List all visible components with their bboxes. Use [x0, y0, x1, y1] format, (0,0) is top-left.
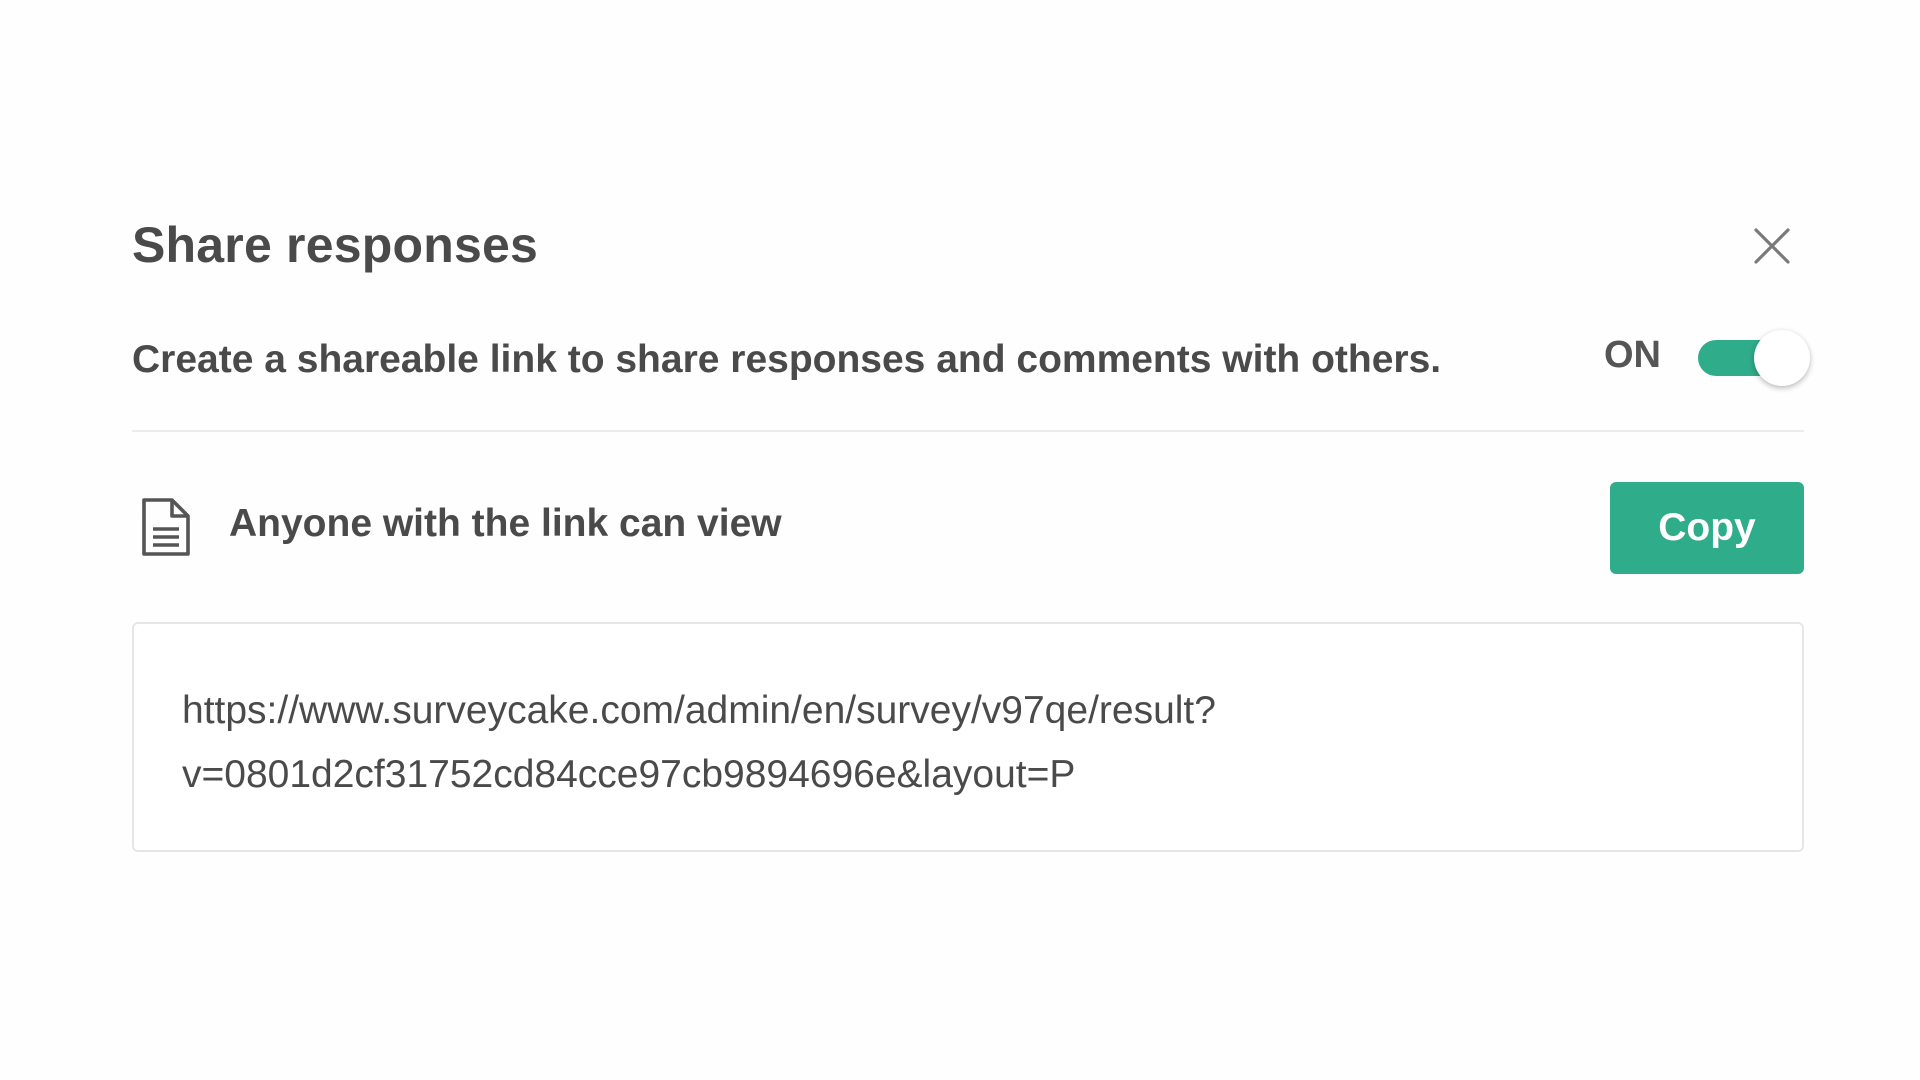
toggle-status-label: ON — [1604, 334, 1661, 376]
copy-button[interactable]: Copy — [1610, 482, 1804, 574]
link-access-row: Anyone with the link can view Copy — [132, 432, 1804, 622]
dialog-title: Share responses — [132, 217, 538, 273]
share-url-line-1: https://www.surveycake.com/admin/en/surv… — [182, 689, 1216, 732]
share-link-toggle[interactable] — [1698, 330, 1810, 386]
dialog-header: Share responses — [132, 200, 1804, 290]
close-button[interactable] — [1750, 224, 1794, 268]
toggle-knob — [1754, 330, 1810, 386]
share-responses-dialog: Share responses Create a shareable link … — [132, 200, 1810, 852]
share-toggle-description: Create a shareable link to share respons… — [132, 338, 1442, 381]
link-access-label: Anyone with the link can view — [229, 502, 782, 545]
close-icon — [1754, 228, 1790, 264]
document-icon — [142, 498, 190, 556]
share-toggle-row: Create a shareable link to share respons… — [132, 290, 1810, 430]
page: Share responses Create a shareable link … — [0, 0, 1920, 1080]
share-url-field[interactable]: https://www.surveycake.com/admin/en/surv… — [132, 622, 1804, 852]
share-url-line-2: v=0801d2cf31752cd84cce97cb9894696e&layou… — [182, 753, 1076, 796]
